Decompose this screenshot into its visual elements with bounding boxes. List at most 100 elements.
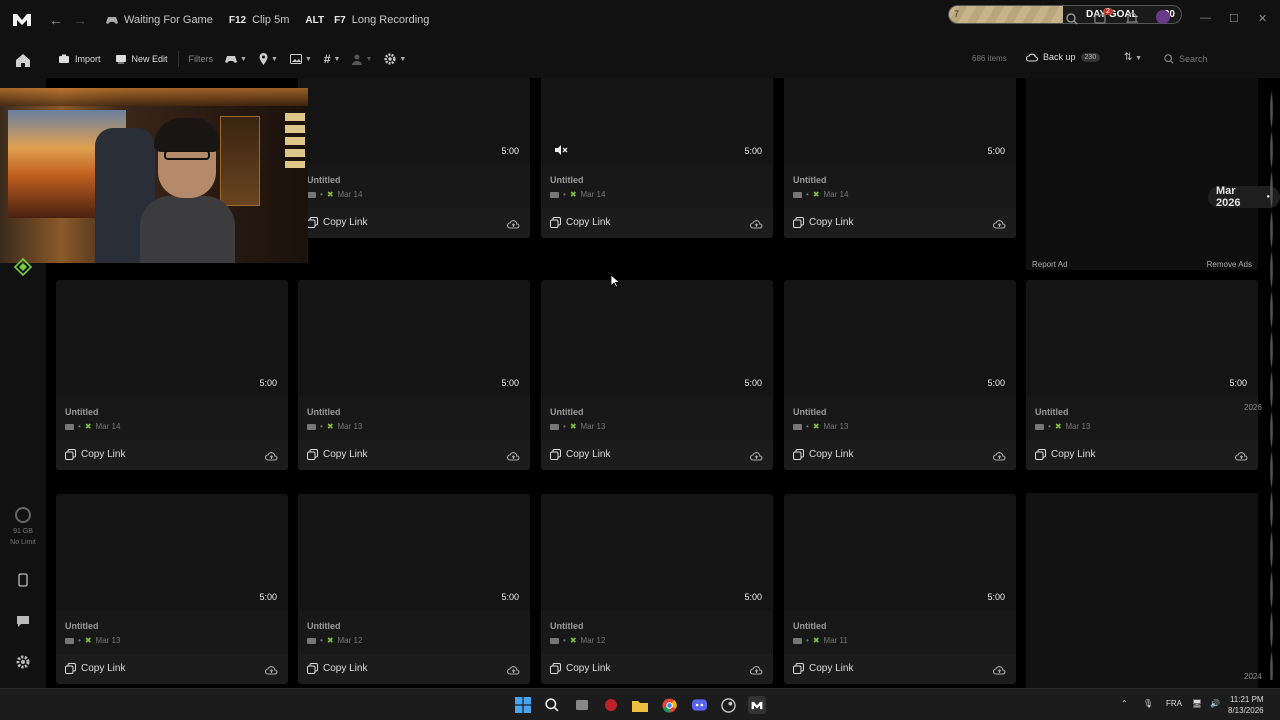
- clip-thumbnail[interactable]: [298, 494, 530, 610]
- clip-title[interactable]: Untitled: [307, 175, 341, 185]
- cloud-upload-icon[interactable]: [992, 662, 1006, 680]
- search-input[interactable]: Search: [1160, 49, 1278, 69]
- clip-thumbnail[interactable]: [541, 280, 773, 396]
- copy-link-button[interactable]: Copy Link: [1035, 449, 1095, 460]
- clip-title[interactable]: Untitled: [65, 621, 99, 631]
- media-type-filter-dropdown[interactable]: ▼: [289, 54, 312, 64]
- copy-link-button[interactable]: Copy Link: [550, 449, 610, 460]
- clip-title[interactable]: Untitled: [793, 621, 827, 631]
- copy-link-button[interactable]: Copy Link: [307, 217, 367, 228]
- clip-thumbnail[interactable]: [56, 280, 288, 396]
- cloud-upload-icon[interactable]: [506, 448, 520, 466]
- clip-card[interactable]: 5:00 Untitled • ✖ Mar 13 Copy Link: [298, 280, 530, 470]
- remove-ads-link[interactable]: Remove Ads: [1207, 260, 1252, 269]
- cloud-upload-icon[interactable]: [506, 662, 520, 680]
- input-language[interactable]: FRA: [1166, 699, 1182, 708]
- clip-thumbnail[interactable]: [784, 78, 1016, 164]
- report-ad-link[interactable]: Report Ad: [1032, 260, 1068, 269]
- windows-start-icon[interactable]: [514, 696, 532, 714]
- clip-card[interactable]: 5:00 Untitled • ✖ Mar 13 Copy Link: [1026, 280, 1258, 470]
- cloud-upload-icon[interactable]: [1234, 448, 1248, 466]
- clip-title[interactable]: Untitled: [307, 621, 341, 631]
- clip-thumbnail[interactable]: [541, 494, 773, 610]
- copy-link-button[interactable]: Copy Link: [307, 663, 367, 674]
- copy-link-button[interactable]: Copy Link: [793, 663, 853, 674]
- cloud-upload-icon[interactable]: [749, 448, 763, 466]
- backup-button[interactable]: Back up 230: [1026, 52, 1101, 62]
- tray-expand-icon[interactable]: ⌃: [1121, 699, 1128, 708]
- bell-icon[interactable]: 2: [1103, 8, 1139, 29]
- game-filter-dropdown[interactable]: ▼: [225, 55, 247, 64]
- clip-title[interactable]: Untitled: [793, 407, 827, 417]
- clip-thumbnail[interactable]: [56, 494, 288, 610]
- minimize-icon[interactable]: —: [1200, 12, 1211, 24]
- settings-gear-icon[interactable]: [13, 652, 33, 672]
- new-edit-button[interactable]: New Edit: [115, 54, 168, 64]
- clip-card[interactable]: 5:00 Untitled • ✖ Mar 12 Copy Link: [541, 494, 773, 684]
- clip-card[interactable]: 5:00 Untitled • ✖ Mar 13 Copy Link: [784, 280, 1016, 470]
- microphone-icon[interactable]: 🎙: [1143, 699, 1153, 708]
- red-app-icon[interactable]: [602, 696, 620, 714]
- clip-hex-icon[interactable]: [13, 257, 33, 281]
- clip-thumbnail[interactable]: [541, 78, 773, 164]
- network-icon[interactable]: 🖥: [1192, 699, 1202, 708]
- clip-card[interactable]: 5:00 Untitled • ✖ Mar 14 Copy Link: [541, 78, 773, 238]
- timeline-scrollbar[interactable]: [1270, 90, 1273, 680]
- sort-dropdown[interactable]: ⇅ ▼: [1124, 52, 1142, 63]
- task-view-icon[interactable]: [573, 696, 591, 714]
- cloud-upload-icon[interactable]: [264, 448, 278, 466]
- cloud-upload-icon[interactable]: [992, 216, 1006, 234]
- feedback-icon[interactable]: [13, 611, 33, 631]
- copy-link-button[interactable]: Copy Link: [65, 449, 125, 460]
- clip-card[interactable]: 5:00 Untitled • ✖ Mar 11 Copy Link: [784, 494, 1016, 684]
- cloud-upload-icon[interactable]: [506, 216, 520, 234]
- copy-link-button[interactable]: Copy Link: [307, 449, 367, 460]
- maximize-icon[interactable]: ☐: [1229, 12, 1239, 25]
- cloud-upload-icon[interactable]: [749, 216, 763, 234]
- clip-thumbnail[interactable]: [298, 78, 530, 164]
- user-filter-dropdown[interactable]: ▼: [352, 54, 372, 65]
- medal-app-icon[interactable]: [748, 696, 766, 714]
- forward-arrow-icon[interactable]: →: [68, 12, 92, 28]
- clip-title[interactable]: Untitled: [793, 175, 827, 185]
- back-arrow-icon[interactable]: ←: [44, 12, 68, 28]
- copy-link-button[interactable]: Copy Link: [550, 217, 610, 228]
- file-explorer-icon[interactable]: [631, 696, 649, 714]
- location-filter-dropdown[interactable]: ▼: [259, 53, 278, 65]
- discord-icon[interactable]: [690, 696, 708, 714]
- cloud-upload-icon[interactable]: [264, 662, 278, 680]
- copy-link-button[interactable]: Copy Link: [550, 663, 610, 674]
- tag-filter-dropdown[interactable]: # ▼: [324, 52, 341, 66]
- clip-thumbnail[interactable]: [298, 280, 530, 396]
- cloud-upload-icon[interactable]: [992, 448, 1006, 466]
- app-logo-icon[interactable]: [0, 0, 44, 40]
- home-icon[interactable]: [13, 50, 33, 70]
- settings-filter-dropdown[interactable]: ▼: [384, 53, 406, 65]
- clip-title[interactable]: Untitled: [550, 407, 584, 417]
- clip-card[interactable]: 5:00 Untitled • ✖ Mar 14 Copy Link: [784, 78, 1016, 238]
- taskbar-clock[interactable]: 11:21 PM 8/13/2026: [1228, 694, 1264, 716]
- clip-title[interactable]: Untitled: [307, 407, 341, 417]
- search-icon[interactable]: [1066, 12, 1078, 30]
- clip-card[interactable]: 5:00 Untitled • ✖ Mar 13 Copy Link: [56, 494, 288, 684]
- copy-link-button[interactable]: Copy Link: [793, 449, 853, 460]
- steam-icon[interactable]: [719, 696, 737, 714]
- clip-card[interactable]: 5:00 Untitled • ✖ Mar 14 Copy Link: [56, 280, 288, 470]
- taskbar-search-icon[interactable]: [543, 696, 561, 714]
- clip-title[interactable]: Untitled: [550, 621, 584, 631]
- import-button[interactable]: Import: [58, 54, 101, 64]
- clip-title[interactable]: Untitled: [550, 175, 584, 185]
- mobile-icon[interactable]: [13, 570, 33, 590]
- chrome-icon[interactable]: [660, 696, 678, 714]
- copy-link-button[interactable]: Copy Link: [65, 663, 125, 674]
- clip-thumbnail[interactable]: [784, 494, 1016, 610]
- clip-title[interactable]: Untitled: [1035, 407, 1069, 417]
- close-icon[interactable]: ✕: [1258, 12, 1267, 25]
- clip-thumbnail[interactable]: [1026, 280, 1258, 396]
- clip-card[interactable]: 5:00 Untitled • ✖ Mar 12 Copy Link: [298, 494, 530, 684]
- clip-card[interactable]: 5:00 Untitled • ✖ Mar 13 Copy Link: [541, 280, 773, 470]
- cloud-upload-icon[interactable]: [749, 662, 763, 680]
- avatar[interactable]: [1156, 10, 1170, 24]
- clip-thumbnail[interactable]: [784, 280, 1016, 396]
- clip-title[interactable]: Untitled: [65, 407, 99, 417]
